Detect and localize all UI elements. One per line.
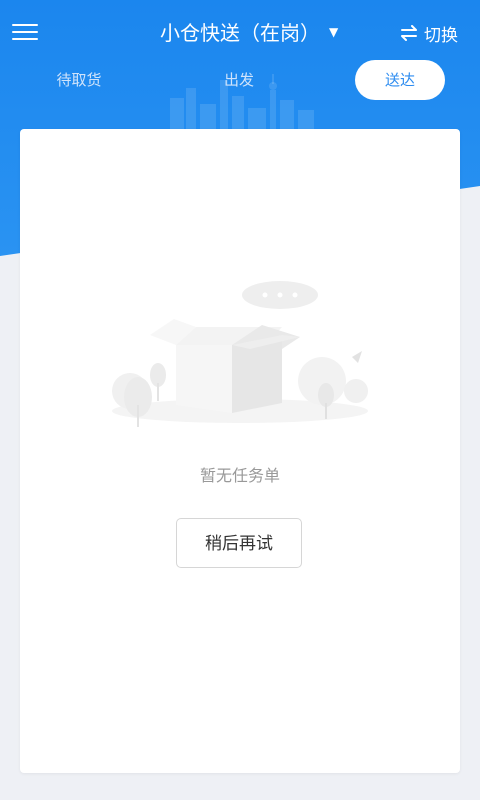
empty-state-message: 暂无任务单 [199,466,280,485]
task-card: 暂无任务单 稍后再试 [20,129,460,773]
tab-delivered[interactable]: 送达 [355,60,445,100]
status-tabs: 待取货 出发 送达 [0,60,480,102]
top-bar: 小仓快送（在岗） ▼ 切换 [0,0,480,64]
empty-box-icon [112,281,368,427]
tab-departed[interactable]: 出发 [190,60,288,100]
switch-label: 切换 [424,25,458,46]
retry-button[interactable]: 稍后再试 [176,518,302,568]
caret-down-icon[interactable]: ▼ [329,25,338,39]
swap-icon [401,25,417,41]
switch-button[interactable]: 切换 [400,20,458,46]
tab-pending-pickup[interactable]: 待取货 [30,60,128,100]
